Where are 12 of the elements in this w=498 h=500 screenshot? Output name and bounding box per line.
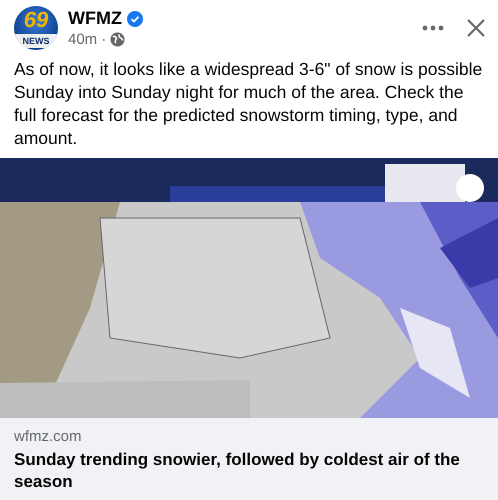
meta-separator: · <box>101 31 106 48</box>
link-title[interactable]: Sunday trending snowier, followed by coldest air of the season <box>14 449 484 493</box>
post-time: 40m <box>68 31 98 48</box>
logo-caption: NEWS <box>14 34 58 48</box>
page-name[interactable]: WFMZ <box>68 8 122 29</box>
more-options-icon[interactable] <box>422 25 444 31</box>
globe-icon <box>110 32 126 47</box>
logo-number: 69 <box>24 8 48 32</box>
close-icon[interactable] <box>466 18 486 38</box>
link-domain[interactable]: wfmz.com <box>14 428 484 445</box>
channel-logo[interactable]: 69 NEWS <box>14 6 58 50</box>
post-text: As of now, it looks like a widespread 3-6" of snow is possible Sunday into Sunday night for much of the area. Check the full forecast for the predicted snowstorm timing, type, and amount. <box>13 58 484 150</box>
